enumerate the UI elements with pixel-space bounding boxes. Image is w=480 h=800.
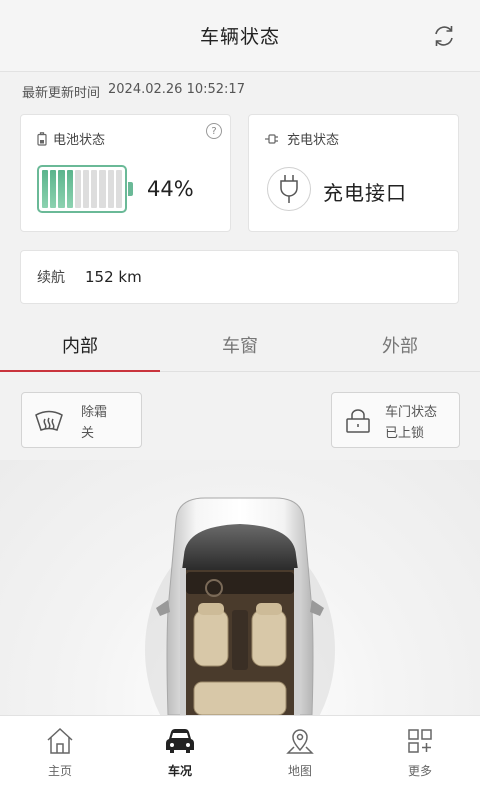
battery-cell xyxy=(74,170,82,208)
battery-status-card: 电池状态 ? 44% xyxy=(20,114,231,232)
defrost-button[interactable]: 除霜 关 xyxy=(21,392,142,448)
car-icon xyxy=(166,729,194,753)
defrost-label: 除霜 xyxy=(81,405,108,420)
door-status-label: 车门状态 xyxy=(385,405,438,420)
battery-percent: 44% xyxy=(147,177,194,201)
refresh-icon[interactable] xyxy=(430,22,458,50)
battery-cell xyxy=(42,170,49,208)
nav-car-status[interactable]: 车况 xyxy=(120,716,240,800)
bottom-nav: 主页 车况 地图 更多 xyxy=(0,715,480,800)
charge-status-value: 充电接口 xyxy=(323,181,407,205)
nav-map-label: 地图 xyxy=(287,764,312,778)
battery-cell xyxy=(66,170,73,208)
defrost-value: 关 xyxy=(81,426,95,441)
charge-status-card: 充电状态 充电接口 xyxy=(248,114,459,232)
plug-small-icon xyxy=(265,133,278,144)
header-bar: 车辆状态 xyxy=(0,0,480,72)
battery-cell xyxy=(83,170,90,208)
page-title: 车辆状态 xyxy=(199,26,280,48)
car-top-view xyxy=(0,460,480,715)
range-label: 续航 xyxy=(37,270,65,286)
nav-map[interactable]: 地图 xyxy=(240,716,360,800)
charge-status-header: 充电状态 xyxy=(265,129,339,148)
tab-windows-label: 车窗 xyxy=(222,335,258,357)
last-update-label: 最新更新时间 xyxy=(22,86,101,101)
range-card: 续航 152 km xyxy=(20,250,459,304)
charging-plug-icon xyxy=(267,167,311,211)
help-icon[interactable]: ? xyxy=(206,123,222,139)
range-value: 152 km xyxy=(85,268,142,286)
battery-tip xyxy=(128,182,133,196)
battery-cell xyxy=(107,170,114,208)
home-icon xyxy=(47,727,73,754)
tab-exterior[interactable]: 外部 xyxy=(320,318,480,371)
nav-car-status-label: 车况 xyxy=(167,764,192,778)
battery-cell xyxy=(91,170,98,208)
nav-home[interactable]: 主页 xyxy=(0,716,120,800)
lock-icon xyxy=(346,409,370,433)
tab-interior[interactable]: 内部 xyxy=(0,318,160,372)
door-status-button[interactable]: 车门状态 已上锁 xyxy=(331,392,460,448)
door-status-value: 已上锁 xyxy=(385,426,425,441)
defrost-icon xyxy=(35,410,63,431)
battery-status-header: 电池状态 xyxy=(37,129,105,148)
nav-home-label: 主页 xyxy=(47,764,72,778)
tab-exterior-label: 外部 xyxy=(382,335,418,357)
battery-cell xyxy=(50,170,57,208)
nav-more-label: 更多 xyxy=(407,764,432,778)
battery-cell xyxy=(115,170,123,208)
tab-interior-label: 内部 xyxy=(62,335,98,357)
battery-cell xyxy=(58,170,65,208)
nav-more[interactable]: 更多 xyxy=(360,716,480,800)
tab-windows[interactable]: 车窗 xyxy=(160,318,320,371)
status-tabs: 内部 车窗 外部 xyxy=(0,318,480,372)
battery-gauge xyxy=(37,165,127,213)
map-pin-icon xyxy=(286,729,314,754)
last-update: 最新更新时间 2024.02.26 10:52:17 xyxy=(22,82,245,101)
charge-status-title: 充电状态 xyxy=(287,133,340,148)
car-image xyxy=(145,497,335,715)
grid-plus-icon xyxy=(408,729,432,753)
battery-cell xyxy=(99,170,106,208)
last-update-time: 2024.02.26 10:52:17 xyxy=(108,82,245,97)
battery-small-icon xyxy=(37,131,47,146)
battery-status-title: 电池状态 xyxy=(53,133,106,148)
